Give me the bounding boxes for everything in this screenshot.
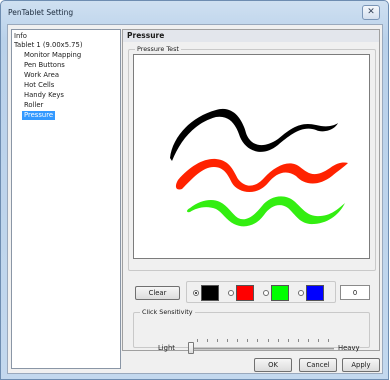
- apply-button[interactable]: Apply: [342, 358, 380, 372]
- sensitivity-tick: [328, 339, 329, 342]
- red-stroke: [175, 158, 348, 193]
- tree-item-monitor-mapping[interactable]: Monitor Mapping: [24, 51, 81, 60]
- tree-item-hot-cells[interactable]: Hot Cells: [24, 81, 54, 90]
- click-sensitivity-label: Click Sensitivity: [140, 308, 195, 317]
- pressure-test-canvas[interactable]: [133, 54, 370, 259]
- sensitivity-tick: [317, 339, 319, 342]
- pentablet-setting-window: PenTablet Setting ✕ Info Tablet 1 (9.00x…: [0, 0, 389, 380]
- pressure-panel: Pressure Pressure Test Clear 0 Click Sen…: [122, 29, 380, 351]
- blue-color-swatch[interactable]: [306, 285, 324, 301]
- sensitivity-tick: [207, 339, 209, 342]
- sensitivity-tick: [237, 339, 239, 342]
- stroke-count-field[interactable]: 0: [340, 285, 370, 300]
- black-stroke: [170, 108, 338, 161]
- black-color-swatch[interactable]: [201, 285, 219, 301]
- sensitivity-tick: [297, 339, 299, 342]
- sensitivity-slider-track[interactable]: [191, 348, 334, 350]
- tree-item-pen-buttons[interactable]: Pen Buttons: [24, 61, 65, 70]
- settings-tree[interactable]: Info Tablet 1 (9.00x5.75) Monitor Mappin…: [11, 29, 121, 369]
- close-button[interactable]: ✕: [362, 5, 380, 20]
- light-label: Light: [158, 344, 175, 352]
- color-radio-blue[interactable]: [298, 290, 304, 296]
- sensitivity-tick: [227, 339, 229, 342]
- green-stroke: [187, 196, 345, 227]
- cancel-button[interactable]: Cancel: [299, 358, 337, 372]
- tree-item-tablet[interactable]: Tablet 1 (9.00x5.75): [14, 41, 82, 50]
- tree-item-handy-keys[interactable]: Handy Keys: [24, 91, 64, 100]
- sensitivity-tick: [247, 339, 249, 342]
- title-bar[interactable]: PenTablet Setting ✕: [1, 1, 388, 23]
- sensitivity-tick: [287, 339, 289, 342]
- ok-button[interactable]: OK: [254, 358, 292, 372]
- pressure-test-label: Pressure Test: [135, 45, 181, 54]
- sensitivity-slider-thumb[interactable]: [188, 342, 194, 354]
- color-radio-red[interactable]: [228, 290, 234, 296]
- color-radio-green[interactable]: [263, 290, 269, 296]
- green-color-swatch[interactable]: [271, 285, 289, 301]
- close-icon: ✕: [367, 7, 375, 17]
- color-radio-black[interactable]: [193, 290, 199, 296]
- stroke-drawing: [170, 108, 348, 227]
- sensitivity-tick: [307, 339, 309, 342]
- panel-title: Pressure: [123, 30, 379, 42]
- clear-button[interactable]: Clear: [135, 286, 180, 300]
- sensitivity-tick: [217, 339, 219, 342]
- tree-item-work-area[interactable]: Work Area: [24, 71, 59, 80]
- sensitivity-tick: [267, 339, 269, 342]
- tree-item-roller[interactable]: Roller: [24, 101, 43, 110]
- sensitivity-tick: [277, 339, 279, 342]
- tree-item-pressure[interactable]: Pressure: [22, 111, 56, 120]
- red-color-swatch[interactable]: [236, 285, 254, 301]
- sensitivity-tick: [197, 339, 198, 342]
- client-area: Info Tablet 1 (9.00x5.75) Monitor Mappin…: [7, 24, 383, 374]
- window-title: PenTablet Setting: [8, 8, 74, 17]
- sensitivity-tick: [257, 339, 259, 342]
- click-sensitivity-group: Click Sensitivity: [133, 308, 370, 348]
- tree-item-info[interactable]: Info: [14, 32, 27, 41]
- heavy-label: Heavy: [338, 344, 360, 352]
